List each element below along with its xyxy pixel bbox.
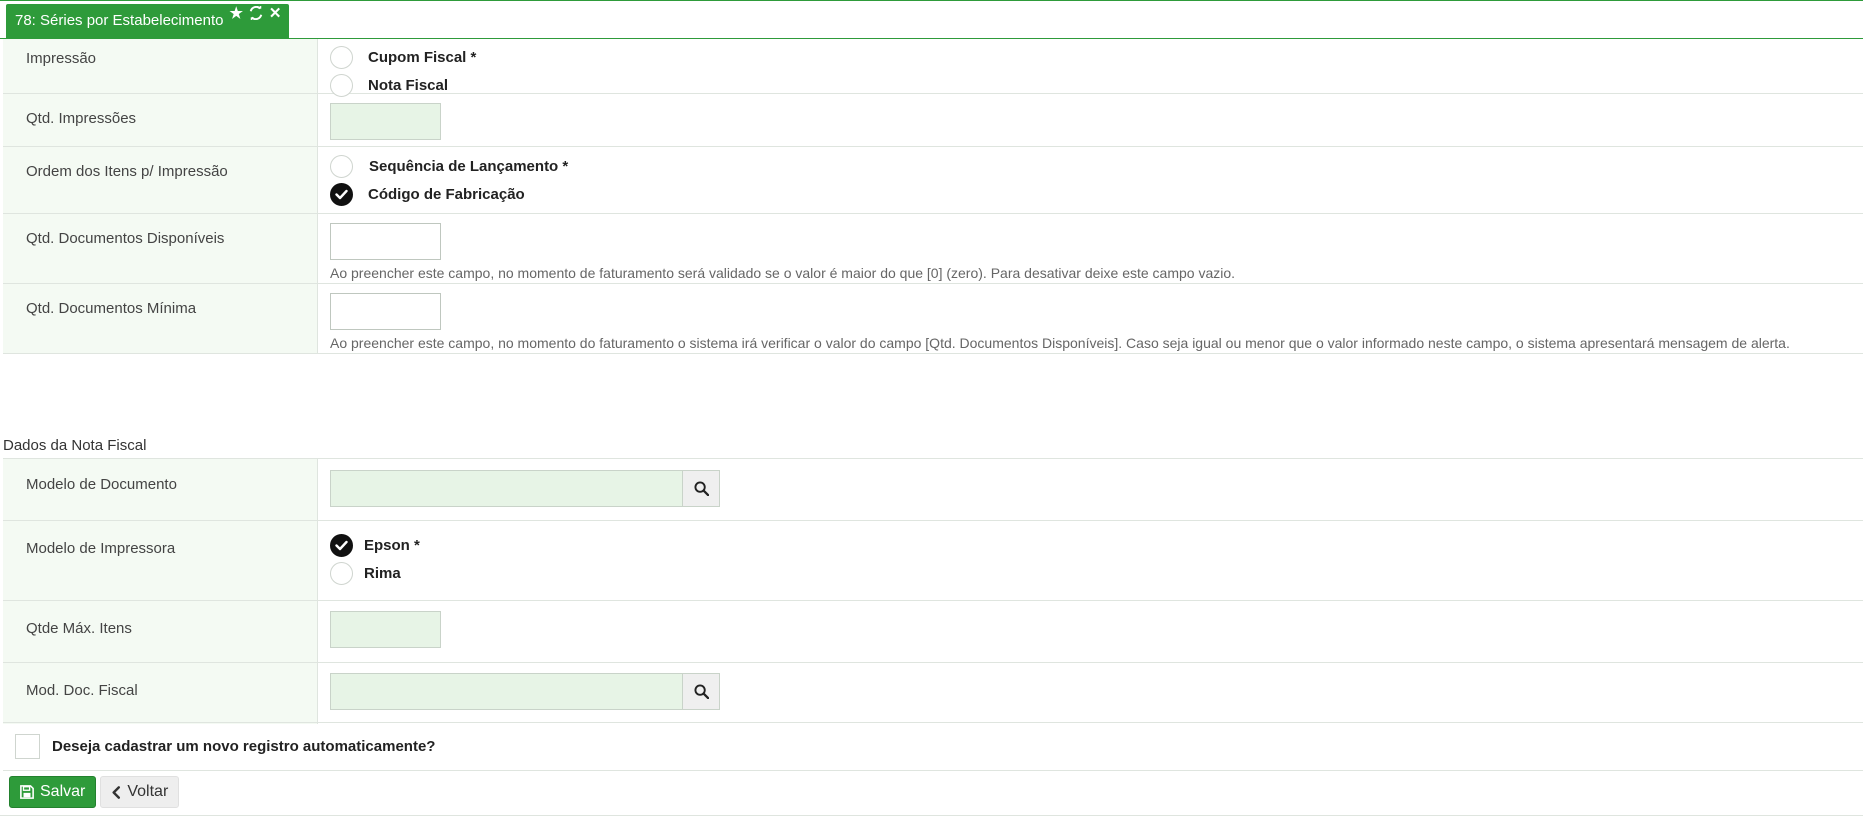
radio-label-cupom-fiscal: Cupom Fiscal *: [368, 48, 477, 66]
save-button-label: Salvar: [40, 783, 86, 800]
radio-label-codigo: Código de Fabricação: [368, 185, 525, 203]
mod-doc-fiscal-input[interactable]: [330, 673, 683, 710]
radio-option-epson[interactable]: Epson *: [330, 531, 1863, 559]
row-ordem-itens: Ordem dos Itens p/ Impressão Sequência d…: [3, 147, 1863, 214]
label-qtd-docs-minima: Qtd. Documentos Mínima: [3, 284, 318, 353]
row-mod-doc-fiscal: Mod. Doc. Fiscal: [3, 663, 1863, 724]
row-qtd-docs-disponiveis: Qtd. Documentos Disponíveis Ao preencher…: [3, 214, 1863, 284]
row-modelo-impressora: Modelo de Impressora Epson * Rima: [3, 521, 1863, 601]
label-ordem-itens: Ordem dos Itens p/ Impressão: [3, 147, 318, 213]
field-modelo-impressora: Epson * Rima: [318, 521, 1863, 600]
label-qtde-max-itens: Qtde Máx. Itens: [3, 601, 318, 662]
auto-register-label: Deseja cadastrar um novo registro automa…: [52, 738, 436, 755]
radio-rima[interactable]: [330, 561, 353, 585]
field-qtd-impressoes: [318, 94, 1863, 146]
form-section-nota-fiscal: Modelo de Documento Modelo de Impressora…: [3, 458, 1863, 724]
action-bar: Salvar Voltar: [9, 776, 180, 808]
check-icon: [335, 540, 348, 550]
bottom-border: [0, 815, 1863, 816]
row-qtd-impressoes: Qtd. Impressões: [3, 94, 1863, 147]
mod-doc-fiscal-lookup: [330, 673, 1863, 710]
chevron-left-icon: [112, 785, 121, 799]
tab-title: 78: Séries por Estabelecimento: [15, 12, 224, 29]
back-button[interactable]: Voltar: [100, 776, 180, 808]
auto-register-checkbox[interactable]: [15, 734, 40, 759]
back-button-label: Voltar: [127, 783, 169, 800]
qtd-docs-minima-input[interactable]: [330, 293, 441, 330]
mod-doc-fiscal-search-button[interactable]: [683, 673, 720, 710]
row-qtd-docs-minima: Qtd. Documentos Mínima Ao preencher este…: [3, 284, 1863, 354]
check-icon: [335, 189, 348, 199]
refresh-icon[interactable]: [249, 4, 263, 23]
radio-epson[interactable]: [330, 533, 353, 557]
radio-label-epson: Epson *: [364, 536, 420, 554]
help-qtd-docs-disponiveis: Ao preencher este campo, no momento de f…: [330, 265, 1236, 281]
field-impressao: Cupom Fiscal * Nota Fiscal: [318, 39, 1863, 97]
radio-option-rima[interactable]: Rima: [330, 559, 1863, 587]
field-qtd-docs-minima: Ao preencher este campo, no momento do f…: [318, 284, 1863, 353]
qtde-max-itens-input[interactable]: [330, 611, 441, 648]
label-mod-doc-fiscal: Mod. Doc. Fiscal: [3, 663, 318, 724]
star-icon[interactable]: ★: [229, 6, 242, 23]
row-qtde-max-itens: Qtde Máx. Itens: [3, 601, 1863, 663]
label-impressao: Impressão: [3, 39, 318, 93]
help-qtd-docs-minima: Ao preencher este campo, no momento do f…: [330, 335, 1790, 351]
form-section-main: Impressão Cupom Fiscal * Nota Fiscal Qtd…: [3, 39, 1863, 354]
label-qtd-docs-disponiveis: Qtd. Documentos Disponíveis: [3, 214, 318, 283]
page-tab[interactable]: 78: Séries por Estabelecimento ★ ✕: [6, 4, 290, 38]
label-qtd-impressoes: Qtd. Impressões: [3, 94, 318, 146]
label-modelo-impressora: Modelo de Impressora: [3, 521, 318, 600]
radio-option-codigo-fabricacao[interactable]: Código de Fabricação: [330, 180, 1863, 208]
save-button[interactable]: Salvar: [9, 776, 97, 808]
modelo-documento-input[interactable]: [330, 470, 683, 507]
field-qtd-docs-disponiveis: Ao preencher este campo, no momento de f…: [318, 214, 1863, 283]
field-mod-doc-fiscal: [318, 663, 1863, 724]
qtd-docs-disponiveis-input[interactable]: [330, 223, 441, 260]
radio-label-nota-fiscal: Nota Fiscal: [368, 76, 449, 94]
row-impressao: Impressão Cupom Fiscal * Nota Fiscal: [3, 39, 1863, 97]
modelo-documento-search-button[interactable]: [683, 470, 720, 507]
radio-sequencia-lancamento[interactable]: [330, 154, 353, 178]
row-modelo-documento: Modelo de Documento: [3, 459, 1863, 521]
label-modelo-documento: Modelo de Documento: [3, 459, 318, 520]
section-title-nota-fiscal: Dados da Nota Fiscal: [3, 437, 147, 454]
field-modelo-documento: [318, 459, 1863, 520]
auto-register-row: Deseja cadastrar um novo registro automa…: [3, 722, 1863, 771]
top-border: [0, 0, 1863, 1]
radio-option-cupom-fiscal[interactable]: Cupom Fiscal *: [330, 43, 1863, 71]
radio-codigo-fabricacao[interactable]: [330, 182, 353, 206]
search-icon: [693, 481, 709, 496]
qtd-impressoes-input[interactable]: [330, 103, 441, 140]
floppy-disk-icon: [20, 785, 34, 799]
modelo-documento-lookup: [330, 470, 1863, 507]
radio-label-rima: Rima: [364, 564, 401, 582]
radio-cupom-fiscal[interactable]: [330, 45, 353, 69]
tab-icons: ★ ✕: [229, 4, 282, 23]
field-ordem-itens: Sequência de Lançamento * Código de Fabr…: [318, 147, 1863, 213]
close-icon[interactable]: ✕: [269, 6, 282, 23]
search-icon: [693, 684, 709, 699]
radio-option-sequencia[interactable]: Sequência de Lançamento *: [330, 152, 1863, 180]
radio-label-sequencia: Sequência de Lançamento *: [369, 157, 569, 175]
field-qtde-max-itens: [318, 601, 1863, 662]
